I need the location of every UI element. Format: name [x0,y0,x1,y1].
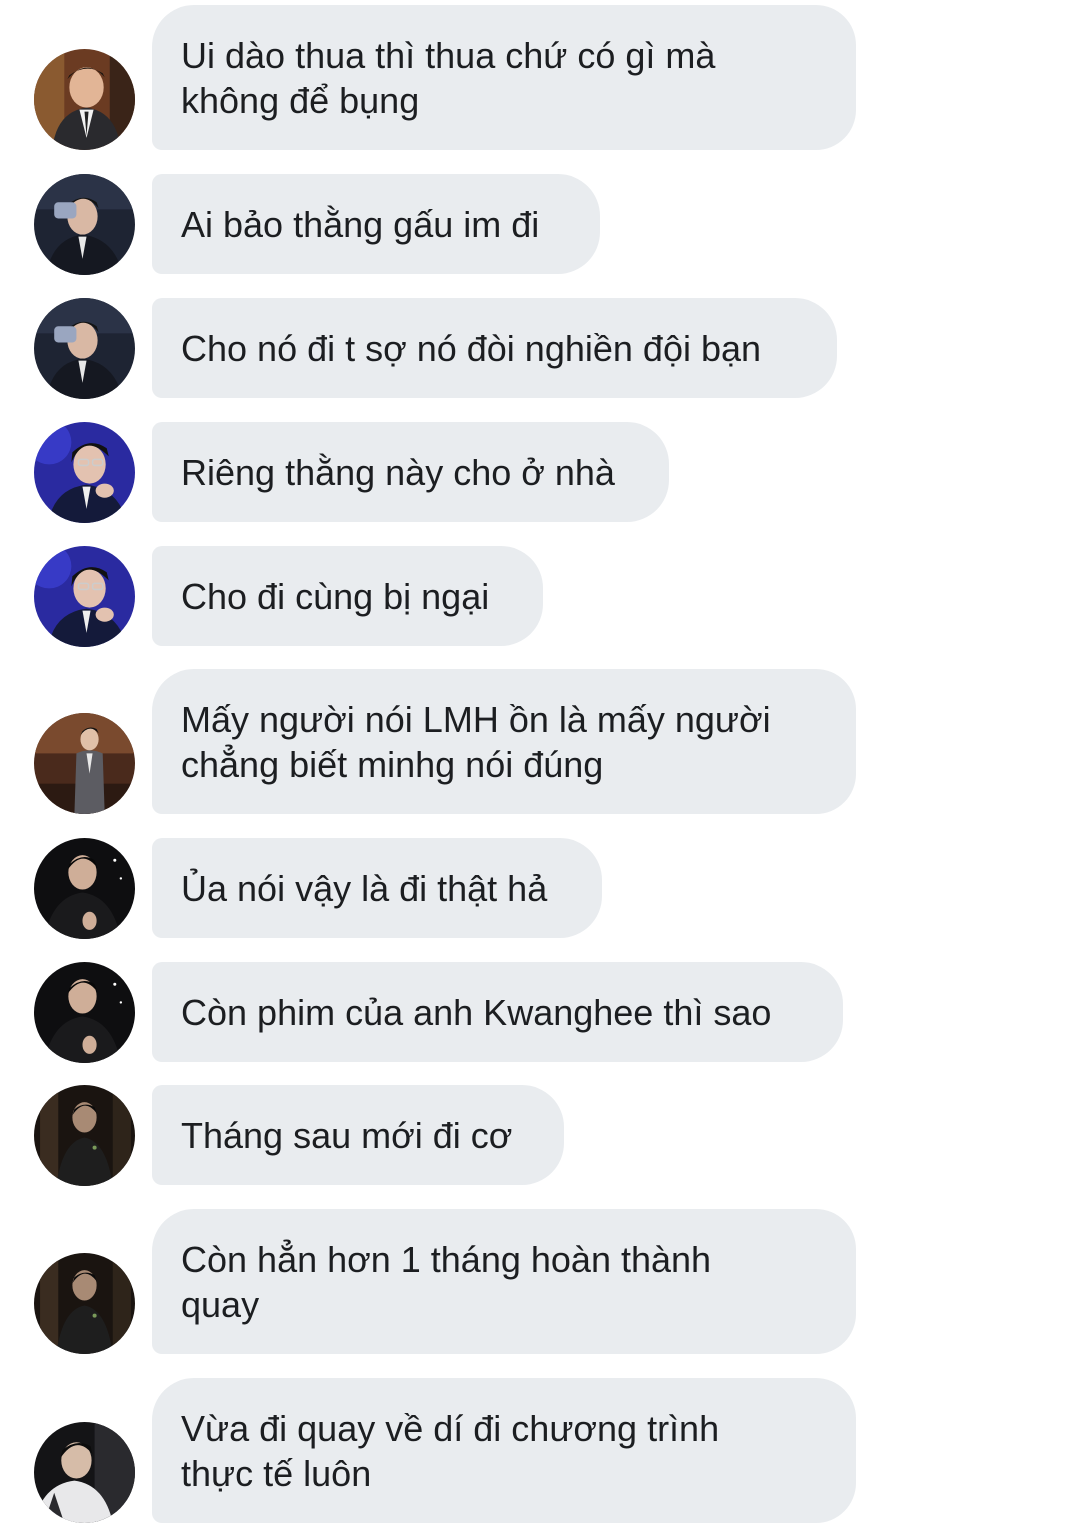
avatar-photo [34,298,135,399]
avatar-photo [34,49,135,150]
sender-avatar[interactable] [34,838,135,939]
message-thread: Ui dào thua thì thua chứ có gì mà không … [0,0,1080,1529]
message-bubble: Cho nó đi t sợ nó đòi nghiền đội bạn [152,298,837,398]
sender-avatar[interactable] [34,174,135,275]
avatar-photo [34,546,135,647]
message-bubble: Ui dào thua thì thua chứ có gì mà không … [152,5,856,150]
message-bubble: Ai bảo thằng gấu im đi [152,174,600,274]
sender-avatar[interactable] [34,1253,135,1354]
avatar-photo [34,422,135,523]
sender-avatar[interactable] [34,546,135,647]
sender-avatar[interactable] [34,713,135,814]
avatar-photo [34,174,135,275]
sender-avatar[interactable] [34,49,135,150]
sender-avatar[interactable] [34,962,135,1063]
avatar-photo [34,1422,135,1523]
avatar-photo [34,962,135,1063]
message-bubble: Cho đi cùng bị ngại [152,546,543,646]
message-bubble: Riêng thằng này cho ở nhà [152,422,669,522]
sender-avatar[interactable] [34,422,135,523]
sender-avatar[interactable] [34,1422,135,1523]
message-bubble: Còn hẳn hơn 1 tháng hoàn thành quay [152,1209,856,1354]
message-bubble: Ủa nói vậy là đi thật hả [152,838,602,938]
sender-avatar[interactable] [34,1085,135,1186]
message-bubble: Mấy người nói LMH ồn là mấy người chẳng … [152,669,856,814]
message-bubble: Còn phim của anh Kwanghee thì sao [152,962,843,1062]
avatar-photo [34,713,135,814]
avatar-photo [34,1085,135,1186]
avatar-photo [34,838,135,939]
sender-avatar[interactable] [34,298,135,399]
message-bubble: Tháng sau mới đi cơ [152,1085,564,1185]
message-bubble: Vừa đi quay về dí đi chương trình thực t… [152,1378,856,1523]
avatar-photo [34,1253,135,1354]
